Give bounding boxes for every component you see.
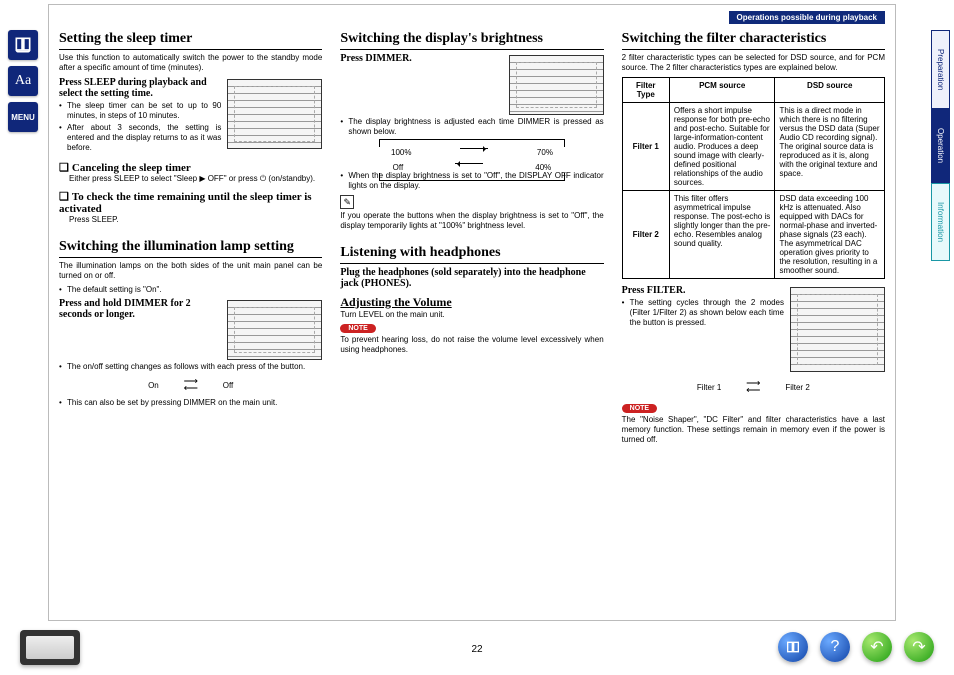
section-tabs: Preparation Operation Information bbox=[931, 30, 950, 261]
adjust-volume-text: Turn LEVEL on the main unit. bbox=[340, 310, 603, 320]
heading-sleep-timer: Setting the sleep timer bbox=[59, 31, 322, 50]
state-on: On bbox=[148, 381, 159, 390]
tab-preparation[interactable]: Preparation bbox=[931, 30, 950, 109]
pct-100: 100% bbox=[391, 148, 411, 157]
filter-note: The "Noise Shaper", "DC Filter" and filt… bbox=[622, 415, 885, 445]
brightness-bullet-1: The display brightness is adjusted each … bbox=[340, 117, 603, 137]
arrow-icon bbox=[739, 378, 767, 396]
column-1: Setting the sleep timer Use this functio… bbox=[59, 31, 322, 612]
table-row: Filter Type PCM source DSD source bbox=[622, 78, 884, 103]
manual-page: Operations possible during playback Sett… bbox=[48, 4, 896, 621]
note-badge: NOTE bbox=[622, 404, 657, 413]
lamp-bullet-1: The on/off setting changes as follows wi… bbox=[59, 362, 322, 372]
lamp-bullet-2: This can also be set by pressing DIMMER … bbox=[59, 398, 322, 408]
filter2-pcm: This filter offers asymmetrical impulse … bbox=[669, 191, 775, 279]
brightness-cycle: 100% 70% Off 40% bbox=[367, 139, 578, 169]
remote-diagram-2 bbox=[227, 300, 322, 360]
filter2-dsd: DSD data exceeding 100 kHz is attenuated… bbox=[775, 191, 885, 279]
filter-bullet-1: The setting cycles through the 2 modes (… bbox=[622, 298, 885, 328]
column-2: Switching the display's brightness Press… bbox=[340, 31, 603, 612]
headphones-note: To prevent hearing loss, do not raise th… bbox=[340, 335, 603, 355]
filter-cycle: Filter 1 Filter 2 bbox=[622, 378, 885, 396]
pct-70: 70% bbox=[537, 148, 553, 157]
cancel-sleep-text: Either press SLEEP to select "Sleep ▶ OF… bbox=[69, 174, 322, 184]
heading-filter: Switching the filter characteristics bbox=[622, 31, 885, 50]
heading-adjust-volume: Adjusting the Volume bbox=[340, 295, 603, 310]
heading-headphones: Listening with headphones bbox=[340, 245, 603, 264]
sleep-bullet-2: After about 3 seconds, the setting is en… bbox=[59, 123, 322, 153]
sleep-bullet-1: The sleep timer can be set to up to 90 m… bbox=[59, 101, 322, 121]
cycle-filter2: Filter 2 bbox=[785, 383, 809, 392]
back-button[interactable]: ↶ bbox=[862, 632, 892, 662]
filter2-label: Filter 2 bbox=[622, 191, 669, 279]
th-pcm: PCM source bbox=[669, 78, 775, 103]
menu-icon[interactable]: MENU bbox=[8, 102, 38, 132]
th-dsd: DSD source bbox=[775, 78, 885, 103]
check-sleep-text: Press SLEEP. bbox=[69, 215, 322, 225]
heading-brightness: Switching the display's brightness bbox=[340, 31, 603, 50]
note-badge: NOTE bbox=[340, 324, 375, 333]
heading-check-sleep: To check the time remaining until the sl… bbox=[59, 190, 322, 215]
book-icon[interactable] bbox=[8, 30, 38, 60]
filter-table: Filter Type PCM source DSD source Filter… bbox=[622, 77, 885, 279]
filter-intro: 2 filter characteristic types can be sel… bbox=[622, 53, 885, 73]
lamp-intro: The illumination lamps on the both sides… bbox=[59, 261, 322, 281]
state-off: Off bbox=[223, 381, 234, 390]
column-3: Switching the filter characteristics 2 f… bbox=[622, 31, 885, 612]
on-off-cycle: On Off bbox=[59, 376, 322, 394]
lamp-default: The default setting is "On". bbox=[59, 285, 322, 295]
filter1-dsd: This is a direct mode in which there is … bbox=[775, 103, 885, 191]
tab-information[interactable]: Information bbox=[931, 183, 950, 261]
remote-diagram-3 bbox=[509, 55, 604, 115]
brightness-bullet-2: When the display brightness is set to "O… bbox=[340, 171, 603, 191]
tab-operation[interactable]: Operation bbox=[931, 109, 950, 182]
help-button[interactable]: ? bbox=[820, 632, 850, 662]
th-type: Filter Type bbox=[622, 78, 669, 103]
arrow-icon bbox=[460, 148, 488, 149]
footer: 22 ? ↶ ↷ bbox=[0, 625, 954, 669]
heading-lamp: Switching the illumination lamp setting bbox=[59, 239, 322, 258]
cycle-filter1: Filter 1 bbox=[697, 383, 721, 392]
table-row: Filter 2 This filter offers asymmetrical… bbox=[622, 191, 884, 279]
headphones-instruction: Plug the headphones (sold separately) in… bbox=[340, 267, 603, 289]
nav-icons: ? ↶ ↷ bbox=[778, 632, 934, 662]
left-rail: Aa MENU bbox=[8, 30, 38, 132]
sleep-intro: Use this function to automatically switc… bbox=[59, 53, 322, 73]
device-thumbnail[interactable] bbox=[20, 630, 80, 665]
filter1-pcm: Offers a short impulse response for both… bbox=[669, 103, 775, 191]
brightness-note: If you operate the buttons when the disp… bbox=[340, 211, 603, 231]
table-row: Filter 1 Offers a short impulse response… bbox=[622, 103, 884, 191]
arrow-icon bbox=[455, 163, 483, 164]
heading-cancel-sleep: Canceling the sleep timer bbox=[59, 161, 322, 174]
toc-button[interactable] bbox=[778, 632, 808, 662]
filter1-label: Filter 1 bbox=[622, 103, 669, 191]
forward-button[interactable]: ↷ bbox=[904, 632, 934, 662]
section-banner: Operations possible during playback bbox=[729, 11, 885, 24]
arrow-icon bbox=[177, 376, 205, 394]
font-size-icon[interactable]: Aa bbox=[8, 66, 38, 96]
pencil-icon: ✎ bbox=[340, 195, 354, 209]
page-number: 22 bbox=[471, 644, 482, 655]
